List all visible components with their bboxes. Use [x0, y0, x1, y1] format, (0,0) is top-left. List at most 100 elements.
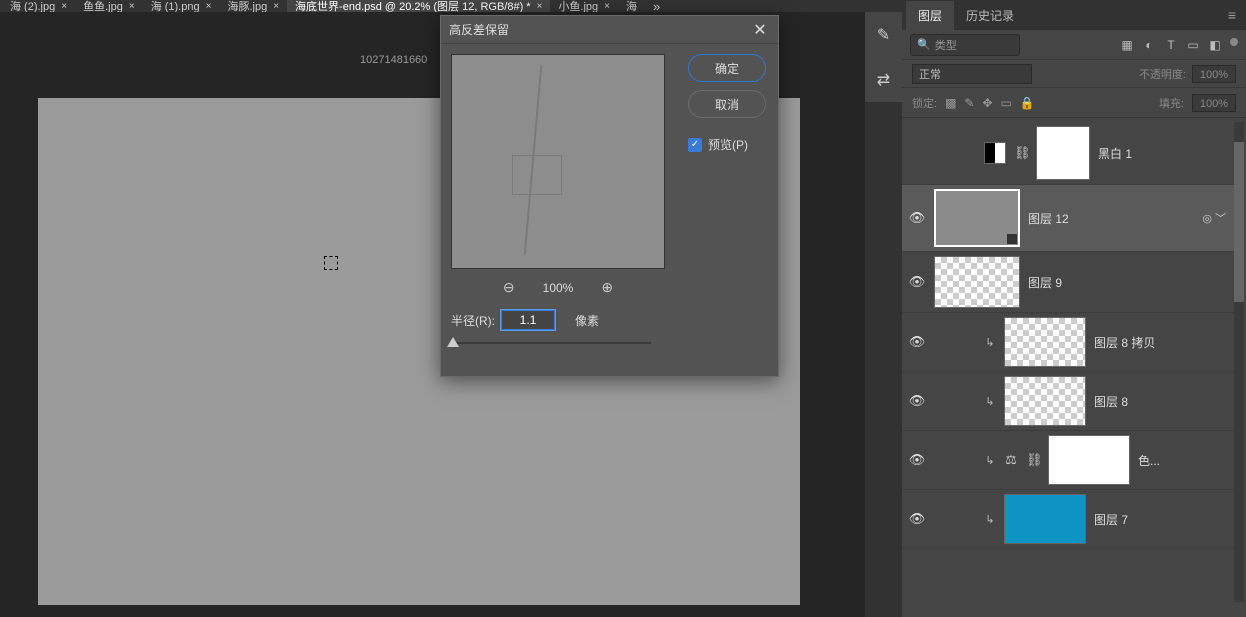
layer-row[interactable]: 👁 ↳ ⚖ ⛓ 色...	[902, 431, 1234, 490]
clip-indicator-icon: ↳	[984, 336, 996, 349]
doc-tab-0[interactable]: 海 (2).jpg×	[2, 0, 75, 12]
lock-artboard-icon[interactable]: ▭	[1001, 96, 1012, 110]
collapsed-panel-strip: ✎ ⇄	[865, 12, 902, 102]
doc-tab-3[interactable]: 海豚.jpg×	[219, 0, 287, 12]
doc-tab-5[interactable]: 小鱼.jpg×	[550, 0, 618, 12]
layer-name: 图层 8	[1094, 393, 1128, 410]
layer-thumb[interactable]	[934, 189, 1020, 247]
right-panels: 图层 历史记录 ≡ 🔍 类型 ▦ ◐ T ▭ ◧ 正常 不透明度: 100% 锁…	[902, 0, 1246, 617]
preview-detail	[512, 155, 562, 195]
lock-pixels-icon[interactable]: ✎	[964, 96, 974, 110]
tab-close-icon[interactable]: ×	[537, 1, 543, 12]
layer-filter-bar: 🔍 类型 ▦ ◐ T ▭ ◧	[902, 30, 1246, 60]
lock-label: 锁定:	[912, 95, 937, 111]
link-icon[interactable]: ⛓	[1026, 452, 1040, 468]
mask-thumb[interactable]	[1048, 435, 1130, 485]
filter-type-icon[interactable]: T	[1164, 38, 1178, 52]
lock-all-icon[interactable]: 🔒	[1020, 96, 1035, 110]
visibility-toggle-icon[interactable]: 👁	[908, 452, 926, 468]
filter-adjustment-icon[interactable]: ◐	[1142, 38, 1156, 52]
fill-value[interactable]: 100%	[1192, 94, 1236, 112]
layers-tab[interactable]: 图层	[906, 1, 954, 30]
visibility-toggle-icon[interactable]: 👁	[908, 210, 926, 226]
visibility-toggle-icon[interactable]: 👁	[908, 334, 926, 350]
selection-marquee[interactable]	[324, 256, 338, 270]
layers-scrollbar[interactable]	[1234, 122, 1244, 602]
dialog-titlebar[interactable]: 高反差保留 ✕	[441, 16, 778, 44]
visibility-toggle-icon[interactable]: 👁	[908, 274, 926, 290]
smart-filter-indicator[interactable]: ◎ ﹀	[1202, 210, 1226, 226]
radius-label: 半径(R):	[451, 312, 495, 329]
ok-button[interactable]: 确定	[688, 54, 766, 82]
doc-tab-6[interactable]: 海	[618, 0, 645, 12]
layer-row[interactable]: 👁 图层 9	[902, 252, 1234, 313]
panel-menu-icon[interactable]: ≡	[1228, 7, 1236, 23]
tab-close-icon[interactable]: ×	[273, 1, 279, 12]
layer-name: 图层 8 拷贝	[1094, 334, 1155, 351]
filter-preview[interactable]	[451, 54, 665, 269]
layer-name: 图层 9	[1028, 274, 1062, 291]
tool-presets-icon[interactable]: ⇄	[877, 70, 890, 90]
filter-shape-icon[interactable]: ▭	[1186, 38, 1200, 52]
radius-unit: 像素	[575, 312, 599, 329]
lock-transparent-icon[interactable]: ▩	[945, 96, 956, 110]
layer-name: 黑白 1	[1098, 145, 1132, 162]
opacity-value[interactable]: 100%	[1192, 65, 1236, 83]
radius-slider[interactable]	[451, 342, 651, 344]
tab-close-icon[interactable]: ×	[61, 1, 67, 12]
checkbox-checked-icon[interactable]: ✓	[688, 138, 702, 152]
preview-image	[452, 55, 664, 268]
tab-close-icon[interactable]: ×	[129, 1, 135, 12]
layer-name: 图层 12	[1028, 210, 1069, 227]
dialog-button-column: 确定 取消 ✓ 预览(P)	[688, 54, 766, 153]
layer-row-selected[interactable]: 👁 图层 12 ◎ ﹀	[902, 185, 1234, 252]
opacity-label: 不透明度:	[1139, 66, 1186, 82]
tab-close-icon[interactable]: ×	[604, 1, 610, 12]
layer-row[interactable]: 👁 ↳ 图层 8 拷贝	[902, 313, 1234, 372]
panel-tabs: 图层 历史记录 ≡	[902, 0, 1246, 30]
blend-mode-select[interactable]: 正常	[912, 64, 1032, 84]
visibility-toggle-icon[interactable]: 👁	[908, 511, 926, 527]
layer-thumb[interactable]	[1004, 317, 1086, 367]
layer-thumb[interactable]	[1004, 376, 1086, 426]
dialog-body: ⊖ 100% ⊕ 半径(R): 像素 确定 取消 ✓ 预览(P)	[441, 44, 778, 376]
blend-mode-value: 正常	[919, 66, 941, 82]
tab-close-icon[interactable]: ×	[206, 1, 212, 12]
layer-row[interactable]: ⛓ 黑白 1	[902, 122, 1234, 185]
link-icon[interactable]: ⛓	[1014, 145, 1028, 161]
clip-indicator-icon: ↳	[984, 454, 996, 467]
brush-presets-icon[interactable]: ✎	[877, 25, 890, 45]
layer-name: 色...	[1138, 452, 1160, 469]
layer-thumb[interactable]	[934, 256, 1020, 308]
lock-position-icon[interactable]: ✥	[982, 96, 992, 110]
dialog-close-icon[interactable]: ✕	[750, 20, 770, 40]
adjustment-thumb[interactable]	[984, 142, 1006, 164]
preview-checkbox-label: 预览(P)	[708, 136, 748, 153]
history-tab[interactable]: 历史记录	[954, 1, 1026, 30]
filter-smart-icon[interactable]: ◧	[1208, 38, 1222, 52]
mask-thumb[interactable]	[1036, 126, 1090, 180]
doc-tab-1[interactable]: 鱼鱼.jpg×	[75, 0, 143, 12]
preview-checkbox-row[interactable]: ✓ 预览(P)	[688, 136, 748, 153]
doc-tab-4[interactable]: 海底世界-end.psd @ 20.2% (图层 12, RGB/8#) *×	[287, 0, 550, 12]
layer-name: 图层 7	[1094, 511, 1128, 528]
zoom-in-icon[interactable]: ⊕	[601, 279, 613, 296]
scrollbar-thumb[interactable]	[1234, 142, 1244, 302]
layer-row[interactable]: 👁 ↳ 图层 8	[902, 372, 1234, 431]
doc-tab-2[interactable]: 海 (1).png×	[143, 0, 220, 12]
visibility-toggle-icon[interactable]: 👁	[908, 393, 926, 409]
slider-thumb[interactable]	[447, 337, 459, 347]
zoom-percentage: 100%	[543, 281, 574, 295]
layer-row[interactable]: 👁 ↳ 图层 7	[902, 490, 1234, 549]
zoom-controls: ⊖ 100% ⊕	[451, 279, 665, 296]
blend-mode-row: 正常 不透明度: 100%	[902, 60, 1246, 88]
layer-thumb[interactable]	[1004, 494, 1086, 544]
fill-label: 填充:	[1159, 95, 1184, 111]
cancel-button[interactable]: 取消	[688, 90, 766, 118]
zoom-out-icon[interactable]: ⊖	[503, 279, 515, 296]
radius-input[interactable]	[501, 310, 555, 330]
smart-object-badge-icon	[1007, 234, 1017, 244]
filter-pixel-icon[interactable]: ▦	[1120, 38, 1134, 52]
layer-filter-select[interactable]: 🔍 类型	[910, 34, 1020, 56]
filter-toggle-icon[interactable]	[1230, 38, 1238, 46]
